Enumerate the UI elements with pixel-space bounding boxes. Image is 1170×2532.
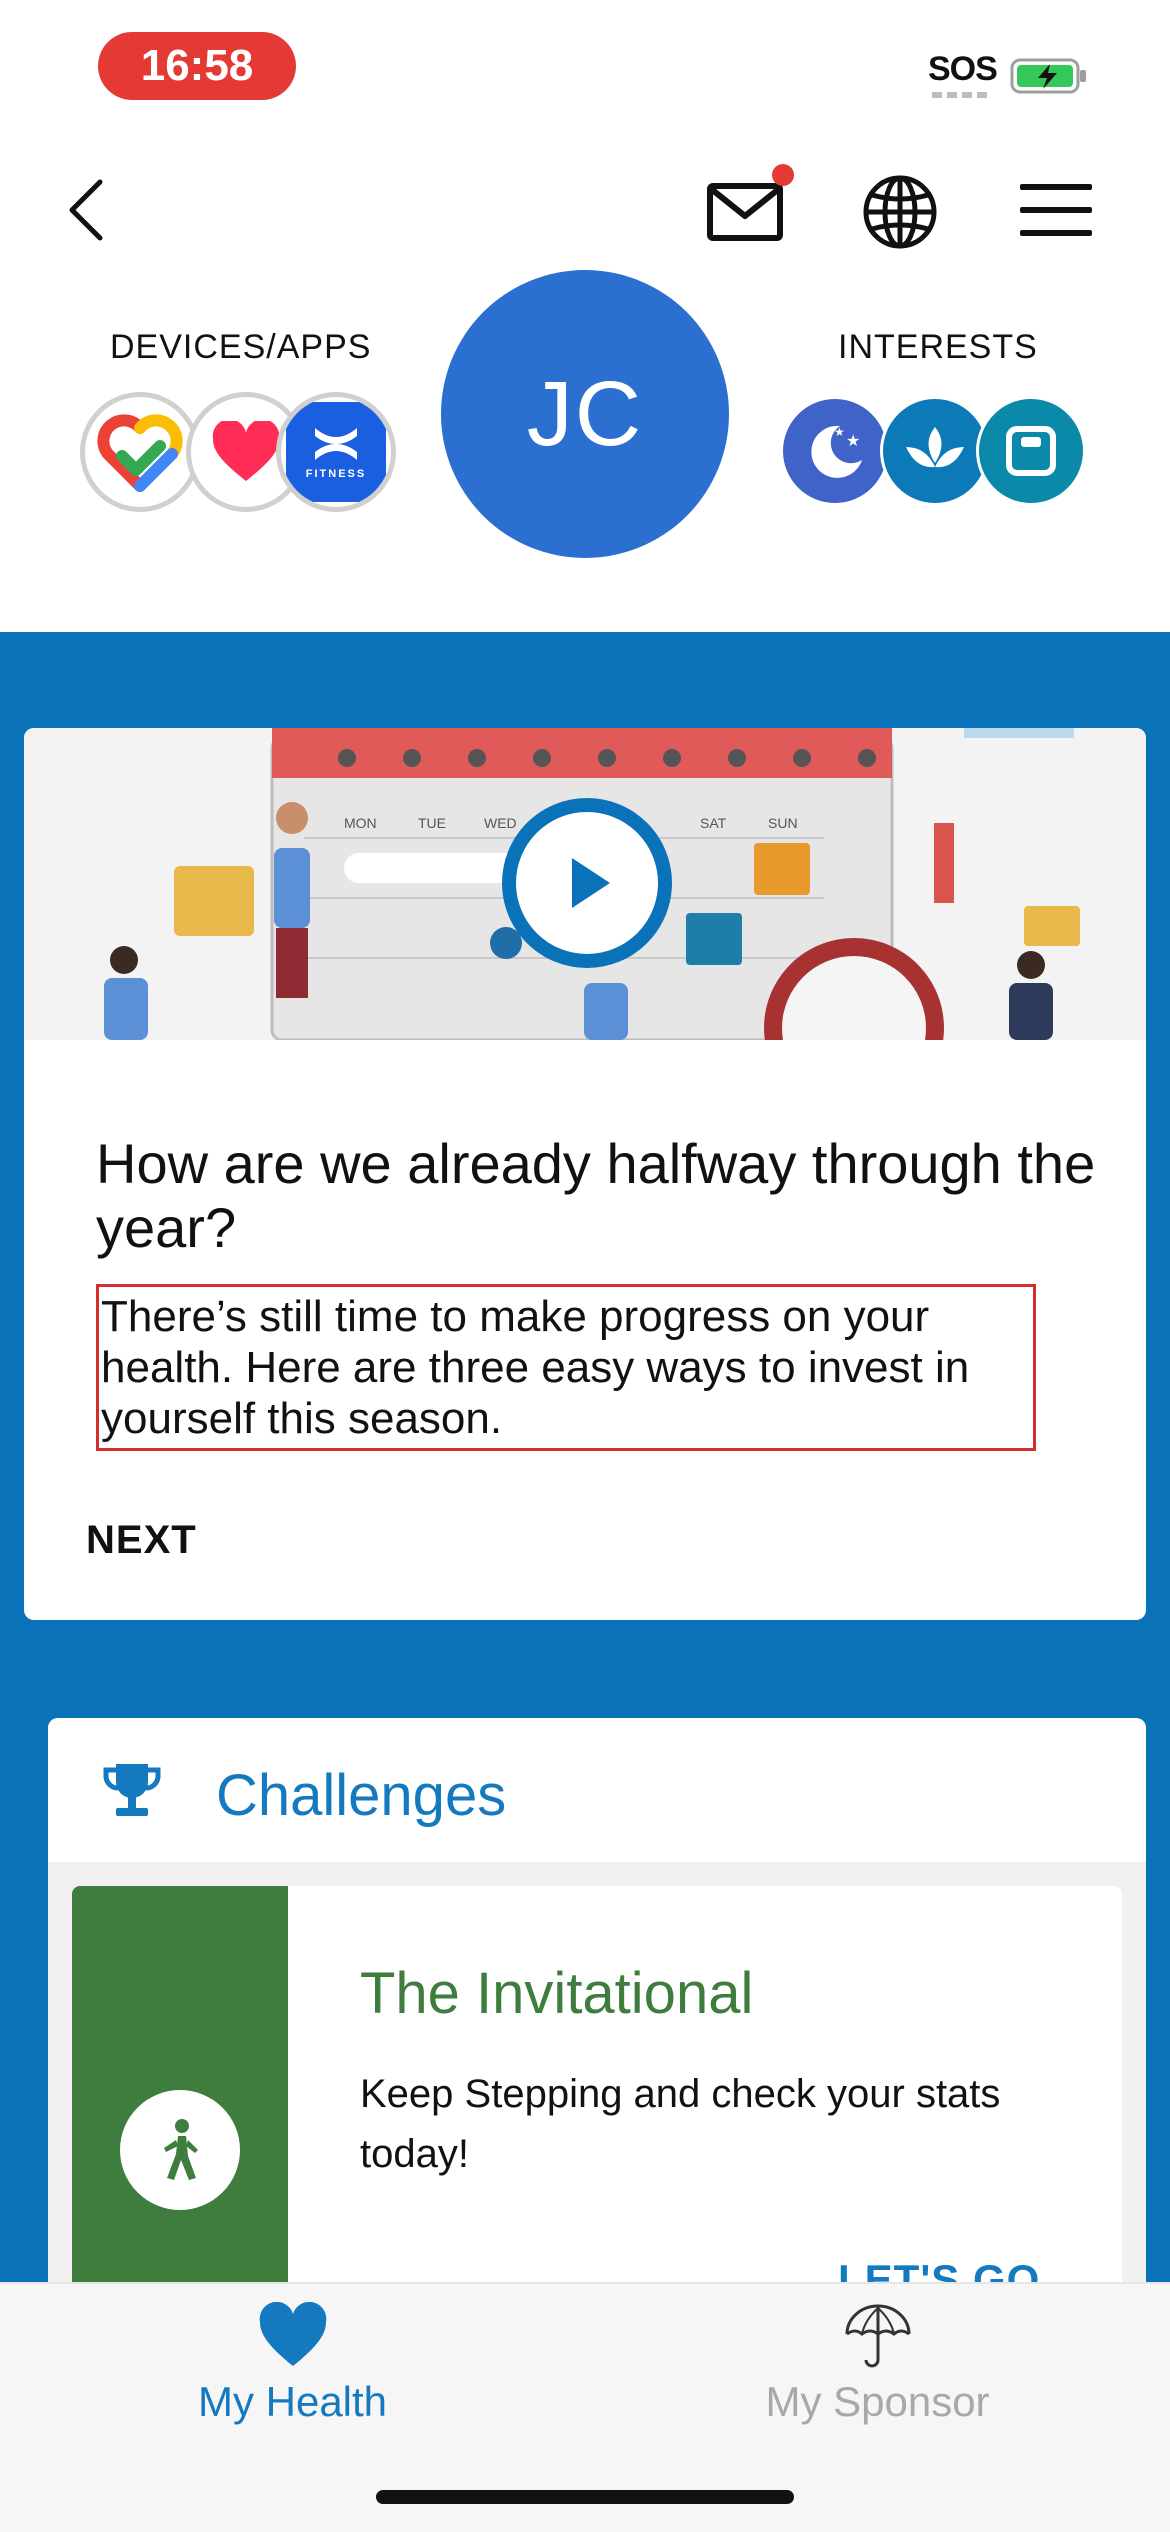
challenge-description: Keep Stepping and check your stats today… [360, 2072, 1001, 2176]
google-fit-icon[interactable] [80, 392, 200, 512]
calendar-day-mon: MON [344, 815, 377, 831]
status-time: 16:58 [98, 32, 296, 100]
article-title: How are we already halfway through the y… [96, 1132, 1096, 1259]
globe-icon[interactable] [858, 170, 942, 254]
interests-label: INTERESTS [838, 328, 1038, 366]
top-navigation-bar [0, 150, 1170, 270]
status-bar: 16:58 SOS [0, 0, 1170, 140]
notification-dot [772, 164, 794, 186]
tab-my-health[interactable]: My Health [0, 2284, 585, 2484]
devices-apps-label: DEVICES/APPS [110, 328, 372, 366]
profile-summary: DEVICES/APPS FITNESS JC INTERESTS ★ ★ [0, 270, 1170, 632]
avatar[interactable]: JC [441, 270, 729, 558]
umbrella-icon [845, 2304, 910, 2368]
challenges-title: Challenges [216, 1763, 507, 1828]
play-video-button[interactable] [502, 798, 672, 968]
battery-charging-icon [1010, 58, 1086, 94]
home-indicator[interactable] [376, 2490, 794, 2504]
under-armour-label: FITNESS [305, 468, 367, 480]
calendar-day-tue: TUE [418, 815, 446, 831]
signal-dots [932, 92, 988, 98]
walking-icon [120, 2090, 240, 2210]
svg-text:★: ★ [834, 425, 845, 439]
svg-text:★: ★ [846, 431, 860, 450]
mindfulness-icon[interactable] [880, 396, 990, 506]
calendar-day-wed: WED [484, 815, 517, 831]
calendar-day-sat: SAT [700, 815, 727, 831]
article-body: There’s still time to make progress on y… [96, 1284, 1036, 1451]
heart-icon [259, 2302, 326, 2366]
challenge-accent-bar [72, 1886, 288, 2318]
next-button[interactable]: NEXT [86, 1518, 197, 1563]
under-armour-fitness-icon[interactable]: FITNESS [276, 392, 396, 512]
challenges-section: Challenges The Invitational Keep Steppin… [48, 1718, 1146, 2318]
nutrition-icon[interactable] [976, 396, 1086, 506]
calendar-day-sun: SUN [768, 815, 798, 831]
avatar-initials: JC [526, 362, 644, 465]
article-card[interactable]: MON TUE WED SAT SUN How are we already h… [24, 728, 1146, 1620]
sleep-icon[interactable]: ★ ★ [780, 396, 890, 506]
challenge-title: The Invitational [360, 1961, 754, 2026]
hamburger-menu-icon[interactable] [1018, 178, 1094, 242]
trophy-icon [103, 1764, 161, 1816]
challenges-header: Challenges [48, 1718, 1146, 1862]
tab-label-my-sponsor: My Sponsor [765, 2378, 990, 2425]
challenge-card[interactable]: The Invitational Keep Stepping and check… [72, 1886, 1122, 2318]
tab-my-sponsor[interactable]: My Sponsor [585, 2284, 1170, 2484]
play-icon [572, 858, 610, 908]
sos-indicator: SOS [928, 50, 998, 88]
tab-label-my-health: My Health [197, 2378, 388, 2425]
chevron-left-icon[interactable] [56, 170, 126, 250]
